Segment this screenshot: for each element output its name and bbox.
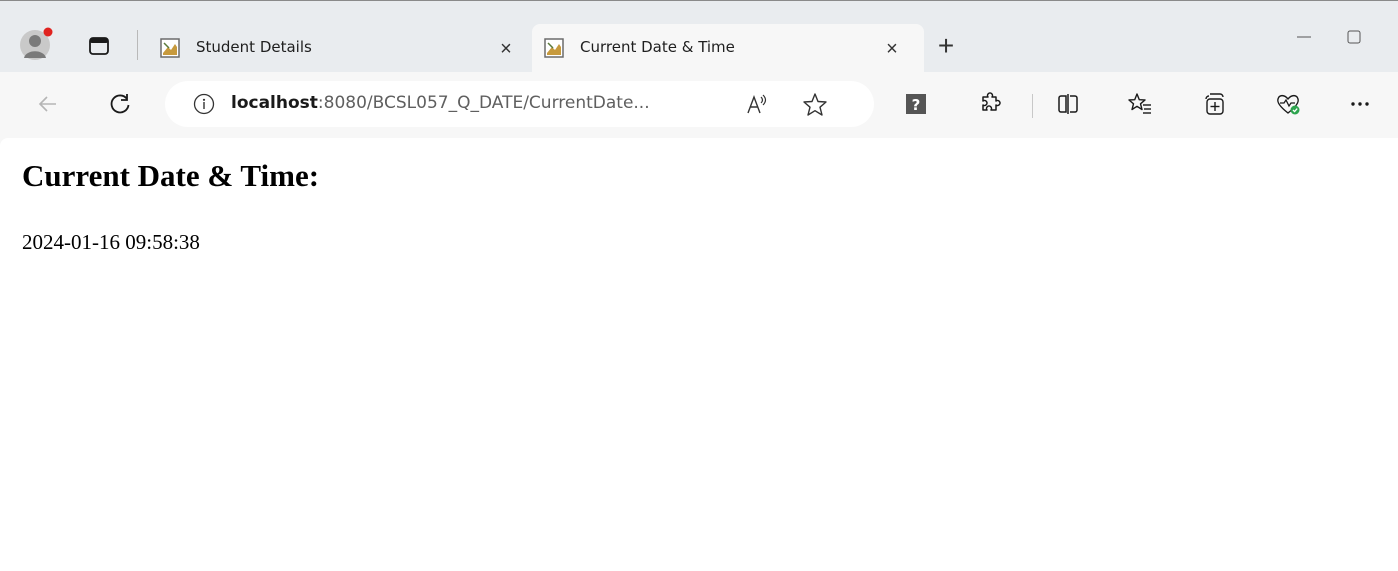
extension-help-icon[interactable]: ? (898, 86, 934, 122)
url-text[interactable]: localhost:8080/BCSL057_Q_DATE/CurrentDat… (231, 93, 650, 113)
collections-icon[interactable] (1196, 86, 1232, 122)
more-icon[interactable] (1342, 86, 1378, 122)
page-content: Current Date & Time: 2024-01-16 09:58:38 (0, 138, 1398, 571)
page-favicon-icon (544, 38, 564, 58)
browser-toolbar: localhost:8080/BCSL057_Q_DATE/CurrentDat… (0, 72, 1398, 138)
close-tab-icon[interactable]: × (880, 37, 904, 61)
read-aloud-icon[interactable] (743, 91, 771, 119)
tab-strip: Student Details × Current Date & Time × … (0, 0, 1398, 74)
tab-title: Student Details (196, 38, 312, 56)
split-screen-icon[interactable] (1050, 86, 1086, 122)
maximize-window-icon[interactable] (1344, 27, 1364, 47)
extensions-icon[interactable] (972, 86, 1008, 122)
address-bar[interactable]: localhost:8080/BCSL057_Q_DATE/CurrentDat… (165, 81, 874, 127)
favorites-icon[interactable] (1122, 86, 1158, 122)
close-tab-icon[interactable]: × (494, 37, 518, 61)
profile-avatar-icon[interactable] (20, 26, 54, 64)
favorite-star-icon[interactable] (801, 91, 829, 119)
toolbar-divider (1032, 94, 1033, 118)
svg-text:?: ? (912, 96, 921, 114)
current-datetime: 2024-01-16 09:58:38 (22, 230, 200, 254)
minimize-window-icon[interactable] (1294, 27, 1314, 47)
tab-actions-menu-icon[interactable] (84, 31, 114, 61)
page-favicon-icon (160, 38, 180, 58)
back-icon[interactable] (30, 86, 66, 122)
tab-title: Current Date & Time (580, 38, 735, 56)
tab-student-details[interactable]: Student Details × (148, 24, 528, 74)
browser-essentials-icon[interactable] (1270, 86, 1306, 122)
refresh-icon[interactable] (102, 86, 138, 122)
new-tab-button[interactable]: + (932, 32, 960, 61)
tab-current-date-time[interactable]: Current Date & Time × (532, 24, 924, 74)
page-heading: Current Date & Time: (22, 158, 320, 193)
tab-divider (137, 30, 138, 60)
url-path: :8080/BCSL057_Q_DATE/CurrentDate... (317, 93, 650, 113)
site-info-icon[interactable] (193, 93, 215, 115)
url-host: localhost (231, 93, 318, 113)
